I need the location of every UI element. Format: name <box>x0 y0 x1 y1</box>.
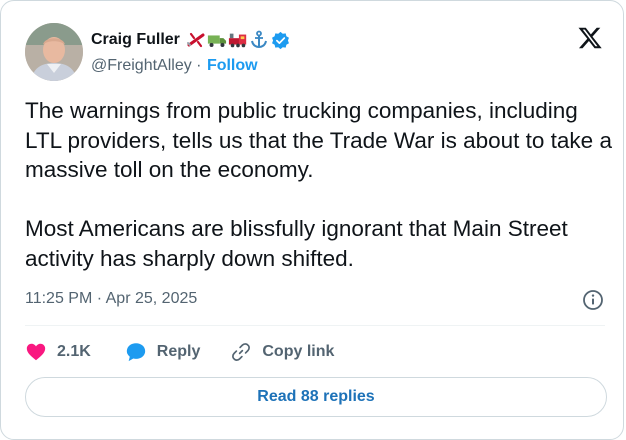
like-button[interactable]: 2.1K <box>25 341 91 363</box>
copy-link-button[interactable]: Copy link <box>230 341 334 363</box>
heart-icon <box>26 343 46 361</box>
reply-label: Reply <box>156 343 201 360</box>
copy-link-label: Copy link <box>262 343 335 360</box>
tweet-text: The warnings from public trucking compan… <box>25 98 612 271</box>
action-bar: 2.1K Reply Copy link <box>25 339 334 365</box>
info-icon[interactable] <box>582 289 604 311</box>
tweet-timestamp[interactable]: 11:25 PM · Apr 25, 2025 <box>25 290 197 308</box>
author-handle[interactable]: @FreightAlley <box>91 57 192 75</box>
author-display-name[interactable]: Craig Fuller <box>91 31 180 49</box>
read-replies-button[interactable]: Read 88 replies <box>25 377 607 417</box>
link-icon <box>232 343 251 361</box>
badge-emojis <box>186 30 269 50</box>
handle-separator: · <box>191 57 206 74</box>
author-handle-row: @FreightAlley · Follow <box>91 57 258 75</box>
locomotive-icon <box>228 33 247 48</box>
verified-badge-icon <box>271 31 289 49</box>
tweet-card: Craig Fuller @FreightAlley · Follow The … <box>0 0 624 440</box>
airplane-icon <box>186 32 205 48</box>
truck-icon <box>207 35 226 47</box>
author-name-row: Craig Fuller <box>91 29 290 51</box>
reply-bubble-icon <box>126 343 145 362</box>
x-logo-icon[interactable] <box>577 25 603 51</box>
reply-button[interactable]: Reply <box>125 341 201 363</box>
divider <box>25 325 605 326</box>
anchor-icon <box>250 30 267 49</box>
follow-button[interactable]: Follow <box>207 57 258 75</box>
avatar[interactable] <box>25 23 83 81</box>
like-count: 2.1K <box>57 343 91 360</box>
